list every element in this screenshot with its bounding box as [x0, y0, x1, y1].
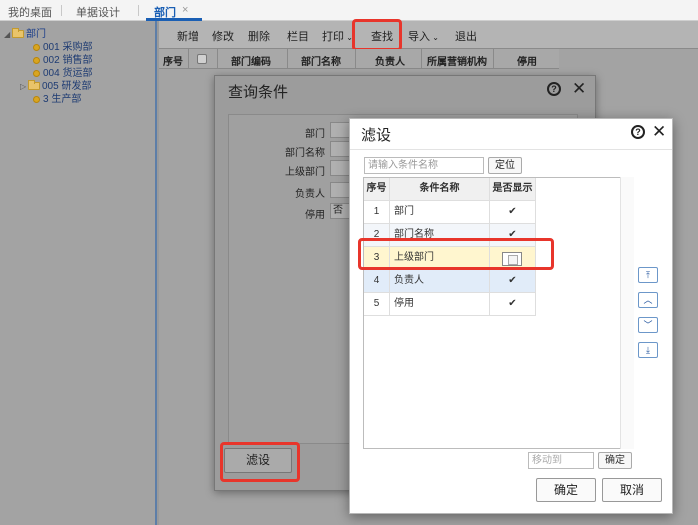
col-no: 序号: [163, 57, 183, 68]
col-disabled: 停用: [517, 57, 537, 68]
move-up-icon[interactable]: ︿: [638, 292, 658, 308]
label-manager: 负责人: [295, 189, 325, 200]
checkmark-icon: ✔: [508, 206, 517, 217]
checkmark-icon: ✔: [508, 275, 517, 286]
toolbar: 新增 修改 删除 栏目 打印 ⌄ 查找 导入 ⌄ 退出: [159, 21, 698, 49]
move-top-icon[interactable]: ⤒: [638, 267, 658, 283]
table-row[interactable]: 1 部门 ✔: [364, 201, 536, 224]
leaf-icon: [33, 56, 40, 64]
leaf-icon: [33, 43, 40, 51]
tab-separator: [138, 5, 139, 16]
table-row[interactable]: 5 停用 ✔: [364, 293, 536, 316]
col-manager: 负责人: [375, 57, 405, 68]
leaf-icon: [33, 69, 40, 77]
close-icon[interactable]: ✕: [572, 79, 586, 99]
top-tab-bar: 我的桌面 单据设计 部门 ×: [0, 0, 698, 21]
move-down-icon[interactable]: ﹀: [638, 317, 658, 333]
label-disabled: 停用: [305, 210, 325, 221]
cancel-button[interactable]: 取消: [602, 478, 662, 502]
show-checkbox[interactable]: ✔: [490, 293, 536, 316]
import-button[interactable]: 导入 ⌄: [408, 28, 439, 44]
close-icon[interactable]: ✕: [652, 122, 666, 142]
label-parent-dept: 上级部门: [285, 167, 325, 178]
label-dept: 部门: [305, 129, 325, 140]
filter-settings-dialog: 滤设 ? ✕ 请输入条件名称 定位 序号 条件名称 是否显示 1 部门 ✔ 2 …: [349, 118, 673, 514]
folder-icon: [12, 28, 24, 39]
move-to-input[interactable]: 移动到: [528, 452, 594, 469]
tab-doc-design[interactable]: 单据设计: [76, 4, 120, 20]
condition-search-input[interactable]: 请输入条件名称: [364, 157, 484, 174]
move-bottom-icon[interactable]: ⤓: [638, 342, 658, 358]
move-to-ok-button[interactable]: 确定: [598, 452, 632, 469]
tab-close-icon[interactable]: ×: [182, 4, 188, 16]
conditions-grid: 序号 条件名称 是否显示 1 部门 ✔ 2 部门名称 ✔ 3 上级部门 4 负责…: [363, 177, 633, 449]
col-sales-org: 所属营销机构: [427, 57, 487, 68]
edit-button[interactable]: 修改: [212, 28, 234, 44]
table-row[interactable]: 4 负责人 ✔: [364, 270, 536, 293]
leaf-icon: [33, 95, 40, 103]
ok-button[interactable]: 确定: [536, 478, 596, 502]
find-button-highlight: [352, 19, 402, 51]
col-dept-code: 部门编码: [231, 57, 271, 68]
tree-item[interactable]: 3 生产部: [33, 90, 81, 105]
show-checkbox[interactable]: ✔: [490, 270, 536, 293]
select-all-checkbox[interactable]: [197, 54, 207, 64]
delete-button[interactable]: 删除: [248, 28, 270, 44]
table-header: 序号 部门编码 部门名称 负责人 所属营销机构 停用: [159, 49, 559, 69]
grid-scrollbar[interactable]: [620, 177, 634, 449]
query-dialog-title: 查询条件: [228, 84, 289, 101]
tab-separator: [61, 5, 62, 16]
help-icon[interactable]: ?: [631, 125, 645, 139]
chevron-down-icon: ⌄: [430, 33, 439, 42]
add-button[interactable]: 新增: [177, 28, 199, 44]
expand-icon[interactable]: ▷: [20, 82, 28, 91]
print-button[interactable]: 打印 ⌄: [322, 28, 353, 44]
col-dept-name: 部门名称: [301, 57, 341, 68]
parent-dept-row-highlight: [358, 238, 554, 270]
filter-button-highlight: [220, 442, 300, 482]
tab-my-desktop[interactable]: 我的桌面: [8, 4, 52, 20]
label-dept-name: 部门名称: [285, 148, 325, 159]
filter-dialog-title: 滤设: [361, 127, 392, 144]
show-checkbox[interactable]: ✔: [490, 201, 536, 224]
grid-header: 序号 条件名称 是否显示: [364, 178, 536, 201]
exit-button[interactable]: 退出: [455, 28, 477, 44]
help-icon[interactable]: ?: [547, 82, 561, 96]
collapse-icon[interactable]: ◢: [4, 30, 12, 39]
columns-button[interactable]: 栏目: [287, 28, 309, 44]
department-tree: ◢ 部门 001 采购部 002 销售部 004 货运部 ▷ 005 研发部 3 生…: [0, 21, 157, 525]
locate-button[interactable]: 定位: [488, 157, 522, 174]
checkmark-icon: ✔: [508, 298, 517, 309]
